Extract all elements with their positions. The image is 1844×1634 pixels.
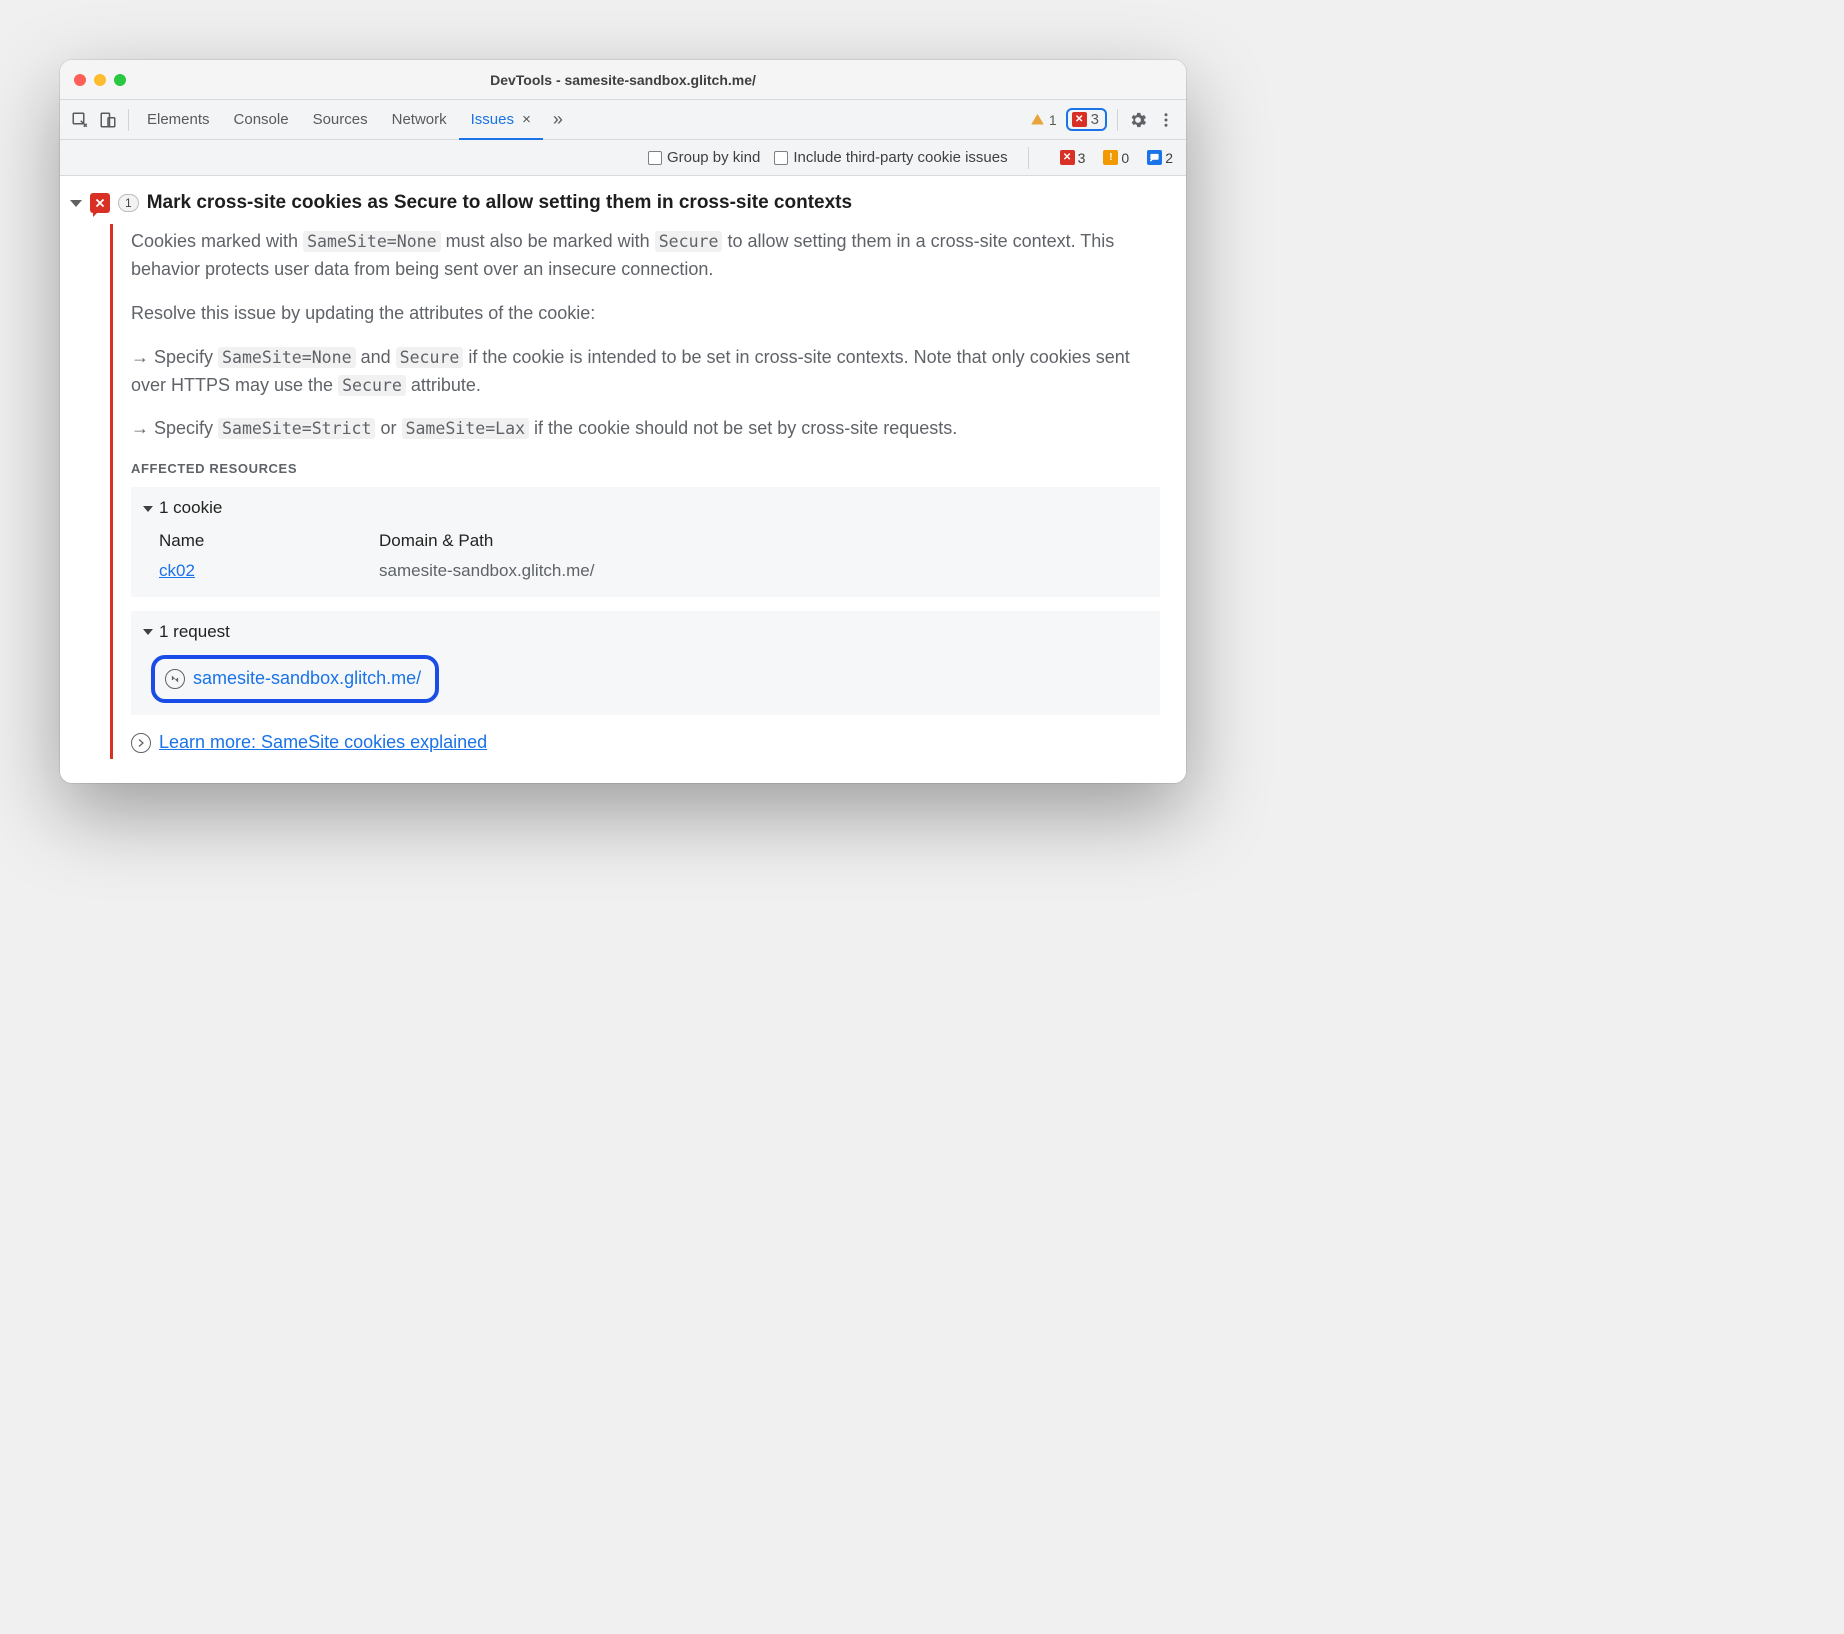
warnings-count: 1 [1049,112,1057,128]
window-title: DevTools - samesite-sandbox.glitch.me/ [60,72,1186,88]
cookie-name-link[interactable]: ck02 [159,561,195,580]
issues-filter-bar: Group by kind Include third-party cookie… [60,140,1186,176]
cookies-table: Name Domain & Path ck02 samesite-sandbox… [159,528,1148,585]
zoom-window-icon[interactable] [114,74,126,86]
third-party-label: Include third-party cookie issues [793,149,1007,166]
device-toolbar-icon[interactable] [94,106,122,134]
warnings-summary-count: 0 [1121,150,1129,166]
close-tab-icon[interactable]: × [522,111,531,128]
cookies-section-title: 1 cookie [159,495,222,521]
titlebar: DevTools - samesite-sandbox.glitch.me/ [60,60,1186,100]
tab-elements[interactable]: Elements [135,100,222,140]
status-badges: 1 ✕ 3 [1021,108,1111,131]
tab-console[interactable]: Console [222,100,301,140]
cookies-section-header[interactable]: 1 cookie [143,495,1148,521]
checkbox-icon [774,151,788,165]
issue-description: Cookies marked with SameSite=None must a… [131,228,1160,284]
col-domain: Domain & Path [379,528,493,554]
issues-content: 1 Mark cross-site cookies as Secure to a… [60,176,1186,783]
tab-issues-label: Issues [471,111,514,128]
table-row: ck02 samesite-sandbox.glitch.me/ [159,558,1148,584]
group-by-kind-label: Group by kind [667,149,760,166]
expand-caret-icon [143,629,153,635]
issue-bullet-2: Specify SameSite=Strict or SameSite=Lax … [131,415,1160,443]
request-url: samesite-sandbox.glitch.me/ [193,665,421,693]
errors-badge-highlighted[interactable]: ✕ 3 [1066,108,1107,131]
network-request-icon [165,669,185,689]
requests-section-header[interactable]: 1 request [143,619,1148,645]
affected-requests-block: 1 request samesite-sandbox.glitch.me/ [131,611,1160,715]
external-link-icon [131,733,151,753]
errors-summary[interactable]: ✕ 3 [1055,148,1091,168]
col-name: Name [159,528,319,554]
warning-triangle-icon [1030,112,1046,128]
info-summary[interactable]: 2 [1142,148,1178,168]
issue-body: Cookies marked with SameSite=None must a… [110,224,1170,759]
inspect-element-icon[interactable] [66,106,94,134]
cookie-domain: samesite-sandbox.glitch.me/ [379,558,594,584]
devtools-toolbar: Elements Console Sources Network Issues … [60,100,1186,140]
issue-header[interactable]: 1 Mark cross-site cookies as Secure to a… [70,188,1170,224]
expand-caret-icon [143,506,153,512]
minimize-window-icon[interactable] [94,74,106,86]
info-square-icon [1147,150,1162,165]
warnings-badge[interactable]: 1 [1025,110,1062,130]
warning-square-icon: ! [1103,150,1118,165]
learn-more-link[interactable]: Learn more: SameSite cookies explained [159,729,487,757]
separator [1028,147,1029,169]
error-square-icon: ✕ [1072,112,1087,127]
separator [128,109,129,131]
errors-count: 3 [1091,111,1099,128]
warnings-summary[interactable]: ! 0 [1098,148,1134,168]
affected-resources-label: AFFECTED RESOURCES [131,459,1160,479]
devtools-window: DevTools - samesite-sandbox.glitch.me/ E… [60,60,1186,783]
tab-issues[interactable]: Issues × [459,100,543,140]
more-tabs-icon[interactable]: » [543,109,573,130]
error-square-icon: ✕ [1060,150,1075,165]
kebab-menu-icon[interactable] [1152,106,1180,134]
window-controls [60,74,126,86]
errors-summary-count: 3 [1078,150,1086,166]
requests-section-title: 1 request [159,619,230,645]
third-party-checkbox[interactable]: Include third-party cookie issues [774,149,1007,166]
issue-bullet-1: Specify SameSite=None and Secure if the … [131,344,1160,400]
affected-cookies-block: 1 cookie Name Domain & Path ck02 samesit… [131,487,1160,596]
separator [1117,109,1118,131]
close-window-icon[interactable] [74,74,86,86]
checkbox-icon [648,151,662,165]
request-link-highlighted[interactable]: samesite-sandbox.glitch.me/ [151,655,439,703]
settings-gear-icon[interactable] [1124,106,1152,134]
issues-summary-badges: ✕ 3 ! 0 2 [1055,148,1178,168]
group-by-kind-checkbox[interactable]: Group by kind [648,149,760,166]
issue-resolve-intro: Resolve this issue by updating the attri… [131,300,1160,328]
expand-caret-icon[interactable] [70,200,82,207]
error-speech-icon [90,193,110,213]
issue-count-pill: 1 [118,194,139,212]
table-header: Name Domain & Path [159,528,1148,554]
tab-network[interactable]: Network [380,100,459,140]
learn-more-row: Learn more: SameSite cookies explained [131,729,1160,757]
tab-sources[interactable]: Sources [301,100,380,140]
info-summary-count: 2 [1165,150,1173,166]
issue-title: Mark cross-site cookies as Secure to all… [147,192,852,214]
